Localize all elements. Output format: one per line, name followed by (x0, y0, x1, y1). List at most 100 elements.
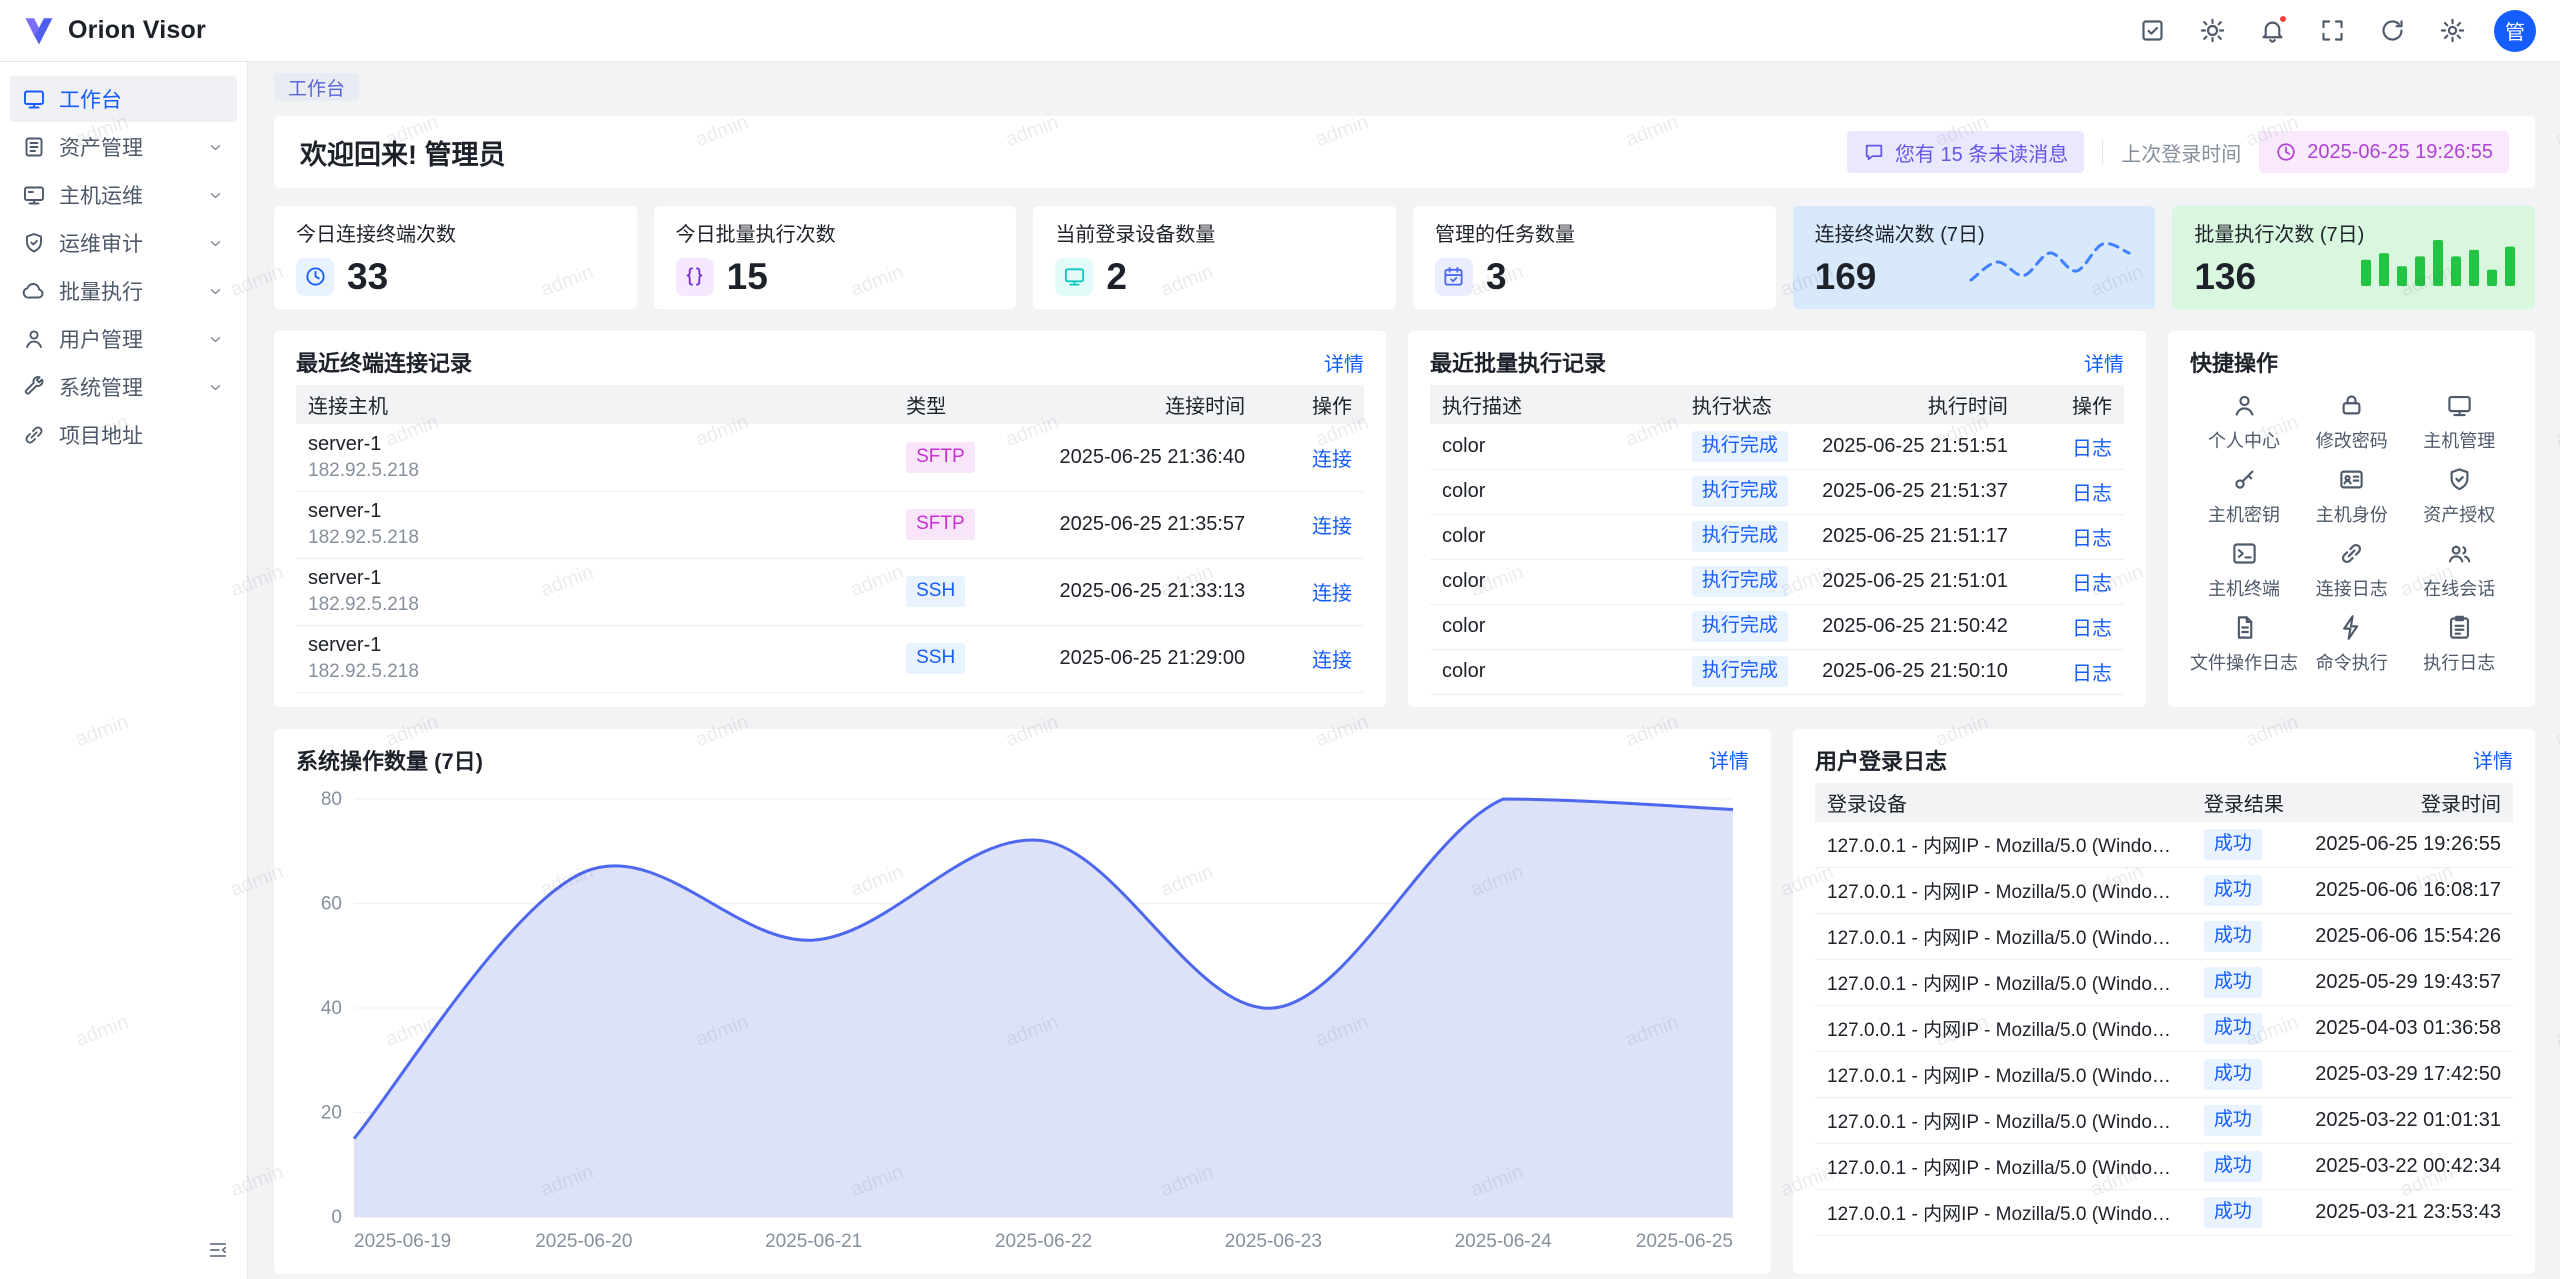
user-icon (22, 327, 46, 351)
status-cell: 执行完成 (1680, 424, 1805, 469)
sidebar-item-ops-audit[interactable]: 运维审计 (10, 220, 237, 266)
table-header-row: 连接主机类型连接时间操作 (296, 385, 1364, 424)
status-cell: 执行完成 (1680, 514, 1805, 559)
chevron-down-icon (206, 282, 225, 301)
recent-connections-table: 连接主机类型连接时间操作server-1182.92.5.218SFTP2025… (296, 385, 1364, 693)
sidebar-item-workbench[interactable]: 工作台 (10, 76, 237, 122)
time-cell: 2025-05-29 19:43:57 (2297, 960, 2513, 1006)
id-card-icon (2338, 466, 2365, 493)
svg-text:2025-06-24: 2025-06-24 (1455, 1231, 1553, 1252)
quick-actions-grid: 个人中心修改密码主机管理主机密钥主机身份资产授权主机终端连接日志在线会话文件操作… (2190, 385, 2513, 681)
sidebar-item-label: 系统管理 (59, 372, 193, 402)
quick-action-label: 主机管理 (2423, 427, 2495, 453)
quick-action-change-password[interactable]: 修改密码 (2298, 385, 2406, 459)
stat-value: 3 (1486, 256, 1507, 298)
recent-executions-detail-link[interactable]: 详情 (2084, 348, 2124, 377)
stat-title: 今日批量执行次数 (676, 218, 995, 247)
chevron-down-icon (206, 186, 225, 205)
column-header: 执行描述 (1430, 385, 1680, 424)
sidebar-item-host-ops[interactable]: 主机运维 (10, 172, 237, 218)
time-cell: 2025-06-25 21:36:40 (1033, 424, 1257, 491)
sidebar-item-batch-exec[interactable]: 批量执行 (10, 268, 237, 314)
sidebar-menu: 工作台资产管理主机运维运维审计批量执行用户管理系统管理项目地址 (0, 76, 247, 458)
column-header: 操作 (1257, 385, 1364, 424)
stat-value: 136 (2194, 256, 2256, 298)
quick-action-command-exec[interactable]: 命令执行 (2298, 607, 2406, 681)
connect-link[interactable]: 连接 (1312, 516, 1352, 538)
quick-action-connect-log[interactable]: 连接日志 (2298, 533, 2406, 607)
log-link[interactable]: 日志 (2072, 618, 2112, 640)
quick-action-host-terminal[interactable]: 主机终端 (2190, 533, 2298, 607)
menu-fold-icon (207, 1239, 229, 1261)
panel-header: 最近终端连接记录 详情 (296, 345, 1364, 379)
breadcrumb-item-workbench[interactable]: 工作台 (274, 73, 359, 101)
column-header: 类型 (894, 385, 1033, 424)
settings-button[interactable] (2430, 9, 2474, 53)
sidebar-item-label: 用户管理 (59, 324, 193, 354)
time-cell: 2025-06-25 21:50:42 (1805, 604, 2020, 649)
device-cell: 127.0.0.1 - 内网IP - Mozilla/5.0 (Windows … (1815, 1006, 2192, 1052)
notifications-button[interactable] (2250, 9, 2294, 53)
quick-action-label: 主机终端 (2208, 575, 2280, 601)
breadcrumb: 工作台 (274, 72, 2535, 102)
table-row: color执行完成2025-06-25 21:51:17日志 (1430, 514, 2124, 559)
stat-card-executions-7d: 批量执行次数 (7日)136 (2172, 206, 2535, 309)
user-avatar[interactable]: 管 (2494, 10, 2536, 52)
log-link[interactable]: 日志 (2072, 528, 2112, 550)
quick-action-asset-auth[interactable]: 资产授权 (2406, 459, 2514, 533)
gear-icon (2439, 17, 2466, 44)
system-ops-detail-link[interactable]: 详情 (1709, 745, 1749, 774)
quick-action-online-session[interactable]: 在线会话 (2406, 533, 2514, 607)
quick-action-host-identity[interactable]: 主机身份 (2298, 459, 2406, 533)
connect-link[interactable]: 连接 (1312, 583, 1352, 605)
chevron-down-icon (206, 138, 225, 157)
log-link[interactable]: 日志 (2072, 663, 2112, 685)
sidebar-item-label: 主机运维 (59, 180, 193, 210)
log-link[interactable]: 日志 (2072, 573, 2112, 595)
unread-messages-pill[interactable]: 您有 15 条未读消息 (1847, 131, 2084, 173)
check-square-button[interactable] (2130, 9, 2174, 53)
sidebar-item-label: 工作台 (59, 84, 225, 114)
fullscreen-button[interactable] (2310, 9, 2354, 53)
log-link[interactable]: 日志 (2072, 438, 2112, 460)
clipboard-list-icon (2446, 614, 2473, 641)
link-icon (22, 423, 46, 447)
chevron-down-icon (206, 234, 225, 253)
stat-value: 15 (727, 256, 768, 298)
file-text-icon (2231, 614, 2258, 641)
column-header: 操作 (2020, 385, 2124, 424)
sidebar-item-project-url[interactable]: 项目地址 (10, 412, 237, 458)
quick-action-host-manage[interactable]: 主机管理 (2406, 385, 2514, 459)
quick-action-file-log[interactable]: 文件操作日志 (2190, 607, 2298, 681)
stat-value-row: 3 (1435, 256, 1754, 298)
panel-header: 系统操作数量 (7日) 详情 (296, 743, 1749, 777)
sidebar-item-user-mgmt[interactable]: 用户管理 (10, 316, 237, 362)
log-link[interactable]: 日志 (2072, 483, 2112, 505)
connect-link[interactable]: 连接 (1312, 449, 1352, 471)
login-logs-detail-link[interactable]: 详情 (2473, 745, 2513, 774)
connect-link[interactable]: 连接 (1312, 650, 1352, 672)
protocol-tag: SFTP (906, 442, 975, 473)
link-icon (2338, 540, 2365, 567)
theme-button[interactable] (2190, 9, 2234, 53)
quick-action-profile[interactable]: 个人中心 (2190, 385, 2298, 459)
bottom-row: 系统操作数量 (7日) 详情 0204060802025-06-192025-0… (274, 729, 2535, 1274)
panel-title: 用户登录日志 (1815, 744, 1947, 776)
host-ip: 182.92.5.218 (308, 527, 882, 549)
stat-title: 今日连接终端次数 (296, 218, 615, 247)
quick-action-exec-log[interactable]: 执行日志 (2406, 607, 2514, 681)
device-cell: 127.0.0.1 - 内网IP - Mozilla/5.0 (Windows … (1815, 822, 2192, 868)
refresh-button[interactable] (2370, 9, 2414, 53)
device-cell: 127.0.0.1 - 内网IP - Mozilla/5.0 (Windows … (1815, 1190, 2192, 1236)
stat-card-today-connections: 今日连接终端次数33 (274, 206, 637, 309)
recent-connections-detail-link[interactable]: 详情 (1324, 348, 1364, 377)
desc-cell: color (1430, 649, 1680, 694)
quick-action-host-key[interactable]: 主机密钥 (2190, 459, 2298, 533)
time-cell: 2025-06-25 21:50:10 (1805, 649, 2020, 694)
time-cell: 2025-03-29 17:42:50 (2297, 1052, 2513, 1098)
sidebar-item-asset-mgmt[interactable]: 资产管理 (10, 124, 237, 170)
panel-title: 快捷操作 (2190, 346, 2278, 378)
panel-system-ops: 系统操作数量 (7日) 详情 0204060802025-06-192025-0… (274, 729, 1771, 1274)
sidebar-item-system-mgmt[interactable]: 系统管理 (10, 364, 237, 410)
collapse-sidebar-button[interactable] (201, 1233, 235, 1267)
